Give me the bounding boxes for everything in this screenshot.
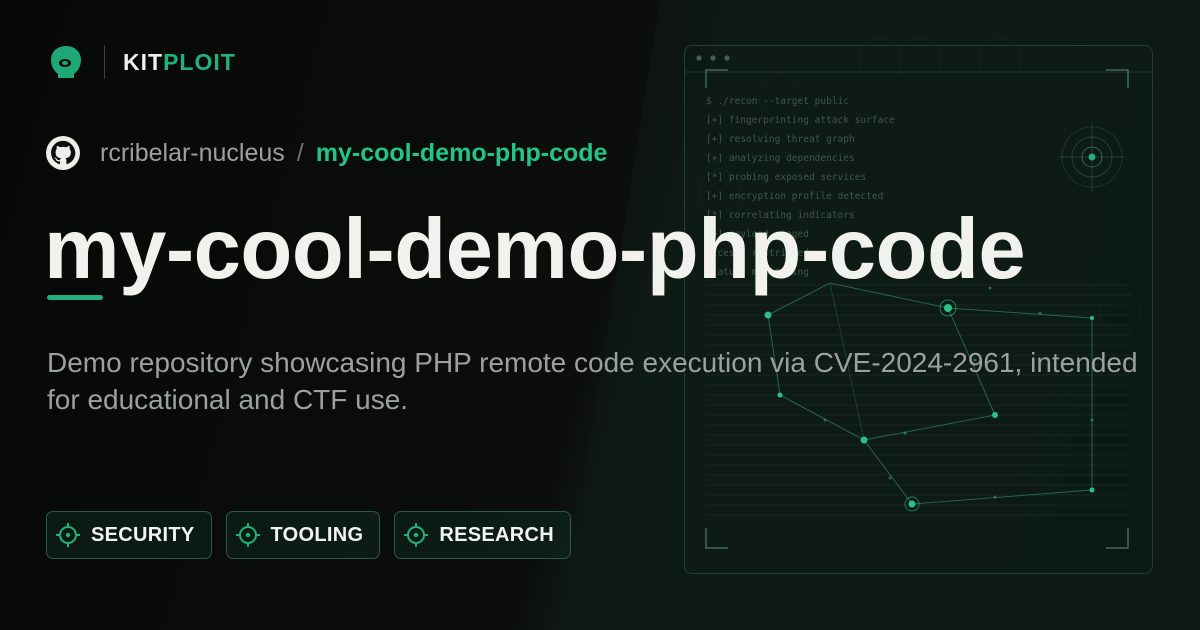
terminal-line: [+] fingerprinting attack surface (706, 115, 895, 126)
tag-list: SECURITY TOOLING RESEARCH (46, 511, 572, 559)
breadcrumb-separator: / (296, 138, 304, 167)
repo-name: my-cool-demo-php-code (315, 138, 608, 167)
github-icon (46, 136, 80, 170)
breadcrumb: rcribelar-nucleus / my-cool-demo-php-cod… (46, 136, 607, 170)
repo-owner: rcribelar-nucleus (100, 138, 285, 167)
brand-header: KIT PLOIT (48, 44, 236, 80)
tag-tooling: TOOLING (225, 511, 381, 559)
tag-label: TOOLING (270, 523, 364, 546)
terminal-line: [+] resolving threat graph (706, 134, 855, 145)
crosshair-icon (56, 523, 80, 547)
tag-research: RESEARCH (394, 511, 572, 559)
page-title: my-cool-demo-php-code (44, 202, 1026, 297)
tag-label: RESEARCH (439, 523, 555, 546)
terminal-line: [*] probing exposed services (706, 172, 867, 183)
crosshair-icon (235, 523, 260, 547)
brand-name-kit: KIT (123, 48, 164, 75)
terminal-line: $ ./recon --target public (706, 96, 849, 107)
repo-description: Demo repository showcasing PHP remote co… (47, 347, 1138, 415)
crosshair-icon (404, 523, 429, 547)
social-card: $ ./recon --target public [+] fingerprint… (0, 0, 1200, 630)
title-underline (47, 295, 103, 300)
brand-divider (104, 45, 105, 79)
terminal-line: [+] analyzing dependencies (706, 153, 855, 164)
tag-security: SECURITY (46, 511, 212, 559)
tag-label: SECURITY (91, 523, 195, 546)
brand-name-ploit: PLOIT (163, 48, 236, 75)
kitploit-mask-logo-icon (51, 46, 81, 78)
window-dots (696, 55, 730, 61)
